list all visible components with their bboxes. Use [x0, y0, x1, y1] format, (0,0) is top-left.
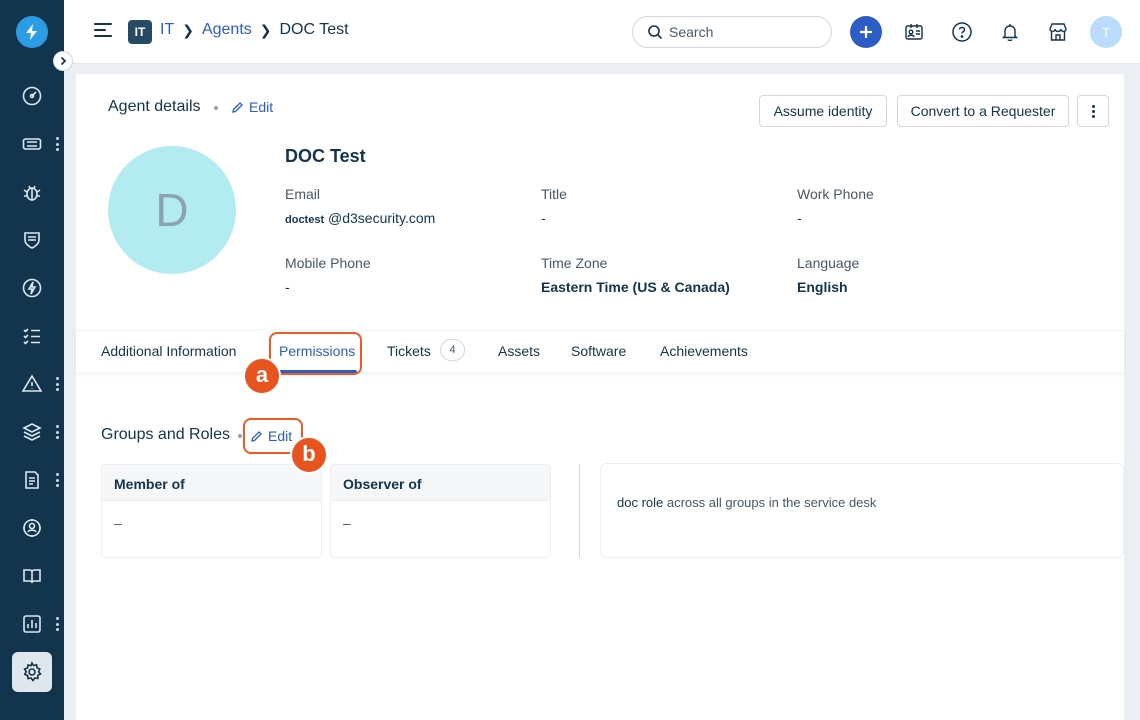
document-more-icon[interactable]	[54, 473, 60, 487]
title-field: Title -	[541, 186, 781, 226]
roles-card: doc role across all groups in the servic…	[600, 463, 1124, 558]
tab-additional-information[interactable]: Additional Information	[101, 343, 236, 359]
language-value: English	[797, 279, 848, 295]
annotation-marker-a: a	[243, 357, 281, 395]
permissions-tab-highlight	[269, 332, 362, 375]
top-header: IT IT ❯ Agents ❯ DOC Test T	[64, 0, 1140, 64]
breadcrumb: IT ❯ Agents ❯ DOC Test	[160, 21, 349, 39]
marketplace-store-icon[interactable]	[1042, 16, 1074, 48]
dashboard-icon[interactable]	[12, 76, 52, 116]
breadcrumb-current: DOC Test	[279, 21, 349, 38]
timezone-value: Eastern Time (US & Canada)	[541, 279, 730, 295]
search-icon	[648, 25, 663, 40]
plus-icon	[860, 26, 872, 38]
language-field: Language English	[797, 255, 1037, 295]
observer-of-value: –	[343, 515, 351, 531]
observer-of-table: Observer of –	[330, 464, 551, 558]
work-phone-field: Work Phone -	[797, 186, 1037, 226]
tab-tickets[interactable]: Tickets	[387, 343, 431, 359]
tab-assets[interactable]: Assets	[498, 343, 540, 359]
edit-agent-label: Edit	[249, 99, 274, 115]
agent-name: DOC Test	[285, 146, 366, 166]
annotation-marker-b: b	[290, 436, 328, 474]
mobile-phone-field: Mobile Phone -	[285, 255, 525, 295]
reports-more-icon[interactable]	[54, 617, 60, 631]
email-user: doctest	[285, 214, 325, 226]
search-box[interactable]	[632, 16, 832, 48]
title-value: -	[541, 210, 546, 226]
new-item-button[interactable]	[850, 16, 882, 48]
agent-details-panel: Agent details Edit Assume identity Conve…	[76, 74, 1124, 720]
shield-icon[interactable]	[12, 220, 52, 260]
checklist-icon[interactable]	[12, 316, 52, 356]
document-icon[interactable]	[12, 460, 52, 500]
tab-achievements[interactable]: Achievements	[660, 343, 748, 359]
groups-dot-separator	[238, 434, 242, 438]
groups-and-roles-title: Groups and Roles	[101, 426, 230, 443]
search-input[interactable]	[669, 23, 819, 41]
email-domain: @d3security.com	[328, 210, 436, 226]
edit-agent-link[interactable]: Edit	[231, 99, 273, 115]
breadcrumb-separator-icon: ❯	[259, 21, 272, 38]
expand-sidebar-button[interactable]	[53, 51, 73, 71]
layers-more-icon[interactable]	[54, 425, 60, 439]
tickets-icon[interactable]	[12, 124, 52, 164]
contact-card-icon[interactable]	[898, 16, 930, 48]
tickets-count-badge: 4	[440, 339, 465, 361]
timezone-label: Time Zone	[541, 255, 608, 271]
notifications-bell-icon[interactable]	[994, 16, 1026, 48]
mobile-phone-value: -	[285, 279, 290, 295]
pencil-icon	[232, 101, 243, 113]
sidebar	[0, 0, 64, 720]
alert-more-icon[interactable]	[54, 377, 60, 391]
breadcrumb-agents[interactable]: Agents	[202, 21, 252, 39]
menu-icon[interactable]	[94, 23, 112, 39]
alert-icon[interactable]	[12, 364, 52, 404]
work-phone-value: -	[797, 210, 802, 226]
email-label: Email	[285, 186, 321, 202]
mobile-phone-label: Mobile Phone	[285, 255, 371, 271]
member-of-value: –	[114, 515, 122, 531]
network-icon[interactable]	[12, 508, 52, 548]
agent-avatar: D	[108, 146, 236, 274]
user-avatar[interactable]: T	[1090, 16, 1122, 48]
tab-software[interactable]: Software	[571, 343, 626, 359]
email-value: doctest @d3security.com	[285, 210, 525, 226]
work-phone-label: Work Phone	[797, 186, 874, 202]
freshservice-logo-icon[interactable]	[16, 16, 48, 48]
timezone-field: Time Zone Eastern Time (US & Canada)	[541, 255, 781, 295]
assume-identity-button[interactable]: Assume identity	[759, 95, 887, 127]
more-options-button[interactable]	[1077, 95, 1109, 127]
layers-icon[interactable]	[12, 412, 52, 452]
agent-details-title: Agent details	[108, 98, 201, 115]
observer-of-header: Observer of	[331, 465, 550, 501]
vertical-divider	[579, 464, 580, 558]
language-label: Language	[797, 255, 860, 271]
bug-icon[interactable]	[12, 172, 52, 212]
settings-icon[interactable]	[12, 652, 52, 692]
role-name: doc role	[617, 495, 664, 510]
lightning-icon[interactable]	[12, 268, 52, 308]
workspace-badge: IT	[128, 20, 152, 44]
member-of-table: Member of –	[101, 464, 322, 558]
breadcrumb-workspace[interactable]: IT	[160, 21, 174, 39]
help-icon[interactable]	[946, 16, 978, 48]
convert-to-requester-button[interactable]: Convert to a Requester	[897, 95, 1069, 127]
role-description: doc role across all groups in the servic…	[617, 495, 876, 510]
title-label: Title	[541, 186, 567, 202]
member-of-header: Member of	[102, 465, 321, 501]
tickets-more-icon[interactable]	[54, 137, 60, 151]
role-scope: across all groups in the service desk	[663, 495, 877, 510]
email-field: Email doctest @d3security.com	[285, 186, 525, 226]
book-icon[interactable]	[12, 556, 52, 596]
title-dot-separator	[214, 106, 218, 110]
reports-icon[interactable]	[12, 604, 52, 644]
breadcrumb-separator-icon: ❯	[182, 21, 194, 38]
profile-tabs: Additional Information Permissions Ticke…	[76, 330, 1124, 373]
